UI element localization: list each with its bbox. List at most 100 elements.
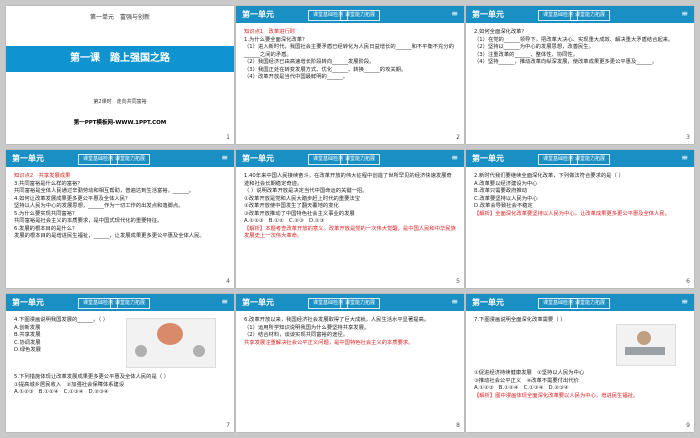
menu-icon: ≡ xyxy=(681,297,688,306)
person-icon xyxy=(135,345,147,357)
slide-title-band: 第一课 踏上强国之路 xyxy=(6,46,234,72)
unit-label: 第一单元 xyxy=(242,298,274,307)
option: B.改革只需要政府推动 xyxy=(474,188,527,194)
option: ①改革开放是党和人民大踏步赶上时代的重要法宝 xyxy=(244,195,360,202)
slide-thumbnail-1[interactable]: 第一单元 富强与创新 第一课 踏上强国之路 第2课时 走向共同富裕 第一PPT模… xyxy=(6,6,234,144)
slide-number: 8 xyxy=(456,422,460,429)
desk-icon xyxy=(625,347,665,355)
text-line: 共同富裕是全体人民通过辛勤劳动和相互帮助，普遍达到生活富裕，______。 xyxy=(14,188,195,194)
slide-number: 6 xyxy=(686,278,690,285)
question: （2）结合材料，谈谈实现共同富裕的途径。 xyxy=(244,332,349,338)
choices: A.①②③ B.①②④ C.①③④ D.②③④ xyxy=(474,385,569,391)
text-line: （4）改革开放是当代中国最鲜明的______。 xyxy=(244,74,349,80)
option: ②改革开放使中国发生了翻天覆地的变化 xyxy=(244,203,339,209)
tree-icon xyxy=(157,323,183,345)
slide-body: 6.改革开放以来，我国经济社会发展取得了巨大成就，人民生活水平显著提高。 （1）… xyxy=(244,317,456,347)
unit-label: 第一单元 xyxy=(242,10,274,19)
text-line: （3）我国正处在转变发展方式、优化______、转换______的攻关期。 xyxy=(244,66,407,73)
text-line: （2）坚持以______为中心的发展思想，改善民生。 xyxy=(474,44,594,50)
person-icon xyxy=(637,331,651,345)
answer: 共享发展注重解决社会公平正义问题，是中国特色社会主义的本质要求。 xyxy=(244,339,414,346)
analysis: 【解析】图中漫画体现全面深化改革要以人民为中心，增进民生福祉。 xyxy=(474,392,639,399)
knowledge-point: 知识点2 共享发展成果 xyxy=(14,173,71,179)
cartoon-image xyxy=(616,324,676,366)
question: 1.为什么要全面深化改革？ xyxy=(244,36,308,43)
menu-icon: ≡ xyxy=(681,9,688,18)
question: 3.共同富裕是什么样的富裕？ xyxy=(14,180,83,187)
tag-advanced: 课堂能力拓展 xyxy=(340,10,381,21)
option: D.改革会导致社会不稳定 xyxy=(474,203,533,209)
tag-advanced: 课堂能力拓展 xyxy=(570,10,611,21)
question: 2.新时代我们要继续全面深化改革，下列做法符合要求的是（ ） xyxy=(474,173,624,179)
text-line: （2）我国经济已由高速增长阶段转向______发展阶段。 xyxy=(244,59,375,65)
text-line: （3）注重改革的______、整体性、协同性。 xyxy=(474,51,579,58)
unit-label: 第一单元 xyxy=(12,298,44,307)
slide-header: 第一单元 课堂基础检测 课堂能力拓展 ≡ xyxy=(236,150,464,167)
menu-icon: ≡ xyxy=(221,153,228,162)
slide-header: 第一单元 课堂基础检测 课堂能力拓展 ≡ xyxy=(466,294,694,311)
text-line: （1）进入新时代，我国社会主要矛盾已经转化为人民日益增长的______和不平衡不… xyxy=(244,44,454,58)
slide-body: 7.下图漫画说明全面深化改革需要（ ） xyxy=(474,317,614,325)
text-line: 6.改革开放以来，我国经济社会发展取得了巨大成就，人民生活水平显著提高。 xyxy=(244,317,430,323)
text-line: （ ）说明改革开放是决定当代中国命运的关键一招。 xyxy=(244,188,368,194)
choices: A.①②③ B.①② C.②③ D.①③ xyxy=(244,218,325,224)
slide-thumbnail-6[interactable]: 第一单元 课堂基础检测 课堂能力拓展 ≡ 2.新时代我们要继续全面深化改革，下列… xyxy=(466,150,694,288)
question: 5.为什么要实现共同富裕？ xyxy=(14,210,78,217)
option: D.绿色发展 xyxy=(14,347,41,353)
tag-advanced: 课堂能力拓展 xyxy=(570,298,611,309)
option: ①提高城乡居民收入 ②加强社会保障体系建设 xyxy=(14,381,125,388)
slide-unit-title: 第一单元 富强与创新 xyxy=(89,14,150,21)
slide-body: 4.下图漫画说明我国发展的______。（ ） A.创新发展 B.共享发展 C.… xyxy=(14,317,124,355)
tag-advanced: 课堂能力拓展 xyxy=(110,298,151,309)
question: 2.如何全面深化改革？ xyxy=(474,29,527,35)
menu-icon: ≡ xyxy=(451,153,458,162)
question: 4.如何让改革发展成果更多更公平惠及全体人民？ xyxy=(14,195,131,202)
slide-number: 9 xyxy=(686,422,690,429)
unit-label: 第一单元 xyxy=(12,154,44,163)
menu-icon: ≡ xyxy=(221,297,228,306)
text-line: 坚持以人民为中心的发展思想，______作为一切工作的出发点和落脚点。 xyxy=(14,203,184,209)
question: （1）运用所学知识说明我国为什么要坚持共享发展。 xyxy=(244,324,370,331)
unit-label: 第一单元 xyxy=(242,154,274,163)
tag-advanced: 课堂能力拓展 xyxy=(340,298,381,309)
slide-number: 4 xyxy=(226,278,230,285)
option: B.共享发展 xyxy=(14,332,41,338)
slide-thumbnail-4[interactable]: 第一单元 课堂基础检测 课堂能力拓展 ≡ 知识点2 共享发展成果 3.共同富裕是… xyxy=(6,150,234,288)
tag-advanced: 课堂能力拓展 xyxy=(110,154,151,165)
analysis: 【解析】全面深化改革要坚持以人民为中心，让改革成果更多更公平惠及全体人民。 xyxy=(474,210,670,217)
slide-footer: 第一PPT模板网-WWW.1PPT.COM xyxy=(73,120,167,126)
unit-label: 第一单元 xyxy=(472,10,504,19)
slide-header: 第一单元 课堂基础检测 课堂能力拓展 ≡ xyxy=(466,150,694,167)
person-icon xyxy=(193,345,205,357)
option: ③推动社会公平正义 ④改革不需要付出代价 xyxy=(474,377,579,384)
slide-header: 第一单元 课堂基础检测 课堂能力拓展 ≡ xyxy=(236,294,464,311)
slide-body: 2.如何全面深化改革？ （1）在党的______领导下，把改革大决心、实现重大成… xyxy=(474,29,686,67)
option: C.改革要坚持以人民为中心 xyxy=(474,195,538,202)
slide-number: 3 xyxy=(686,134,690,141)
unit-label: 第一单元 xyxy=(472,298,504,307)
tag-advanced: 课堂能力拓展 xyxy=(570,154,611,165)
analysis: 【解析】本题考查改革开放的意义。改革开放是党的一次伟大觉醒，是中国人民和中华民族… xyxy=(244,225,456,240)
cartoon-image xyxy=(126,318,216,368)
slide-thumbnail-9[interactable]: 第一单元 课堂基础检测 课堂能力拓展 ≡ 7.下图漫画说明全面深化改革需要（ ）… xyxy=(466,294,694,432)
text-line: 共同富裕是社会主义的本质要求，是中国式现代化的重要特征。 xyxy=(14,218,163,224)
option: A.创新发展 xyxy=(14,324,41,331)
slide-number: 7 xyxy=(226,422,230,429)
option: ①促进经济持续健康发展 ②坚持以人民为中心 xyxy=(474,370,585,376)
menu-icon: ≡ xyxy=(681,153,688,162)
slide-body: 1.40年来中国人民接续奋斗，在改革开放的伟大征程中创造了世所罕见的经济快速发展… xyxy=(244,173,456,241)
text-line: （1）在党的______领导下，把改革大决心、实现重大成效、解决重大矛盾结合起来… xyxy=(474,36,674,43)
slide-thumbnail-7[interactable]: 第一单元 课堂基础检测 课堂能力拓展 ≡ 4.下图漫画说明我国发展的______… xyxy=(6,294,234,432)
knowledge-point: 知识点1 改革进行时 xyxy=(244,29,296,35)
slide-thumbnail-8[interactable]: 第一单元 课堂基础检测 课堂能力拓展 ≡ 6.改革开放以来，我国经济社会发展取得… xyxy=(236,294,464,432)
slide-header: 第一单元 课堂基础检测 课堂能力拓展 ≡ xyxy=(6,150,234,167)
slide-body: 知识点2 共享发展成果 3.共同富裕是什么样的富裕？ 共同富裕是全体人民通过辛勤… xyxy=(14,173,226,241)
menu-icon: ≡ xyxy=(451,297,458,306)
slide-body: 2.新时代我们要继续全面深化改革，下列做法符合要求的是（ ） A.改革要以经济建… xyxy=(474,173,686,218)
slide-thumbnail-5[interactable]: 第一单元 课堂基础检测 课堂能力拓展 ≡ 1.40年来中国人民接续奋斗，在改革开… xyxy=(236,150,464,288)
text-line: 发展的根本目的是增进民生福祉，______，让发展成果更多更公平惠及全体人民。 xyxy=(14,233,205,239)
choices: A.①②③ B.①②④ C.①③④ D.②③④ xyxy=(14,389,109,395)
option: A.改革要以经济建设为中心 xyxy=(474,180,538,187)
slide-thumbnail-2[interactable]: 第一单元 课堂基础检测 课堂能力拓展 ≡ 知识点1 改革进行时 1.为什么要全面… xyxy=(236,6,464,144)
slide-thumbnail-3[interactable]: 第一单元 课堂基础检测 课堂能力拓展 ≡ 2.如何全面深化改革？ （1）在党的_… xyxy=(466,6,694,144)
